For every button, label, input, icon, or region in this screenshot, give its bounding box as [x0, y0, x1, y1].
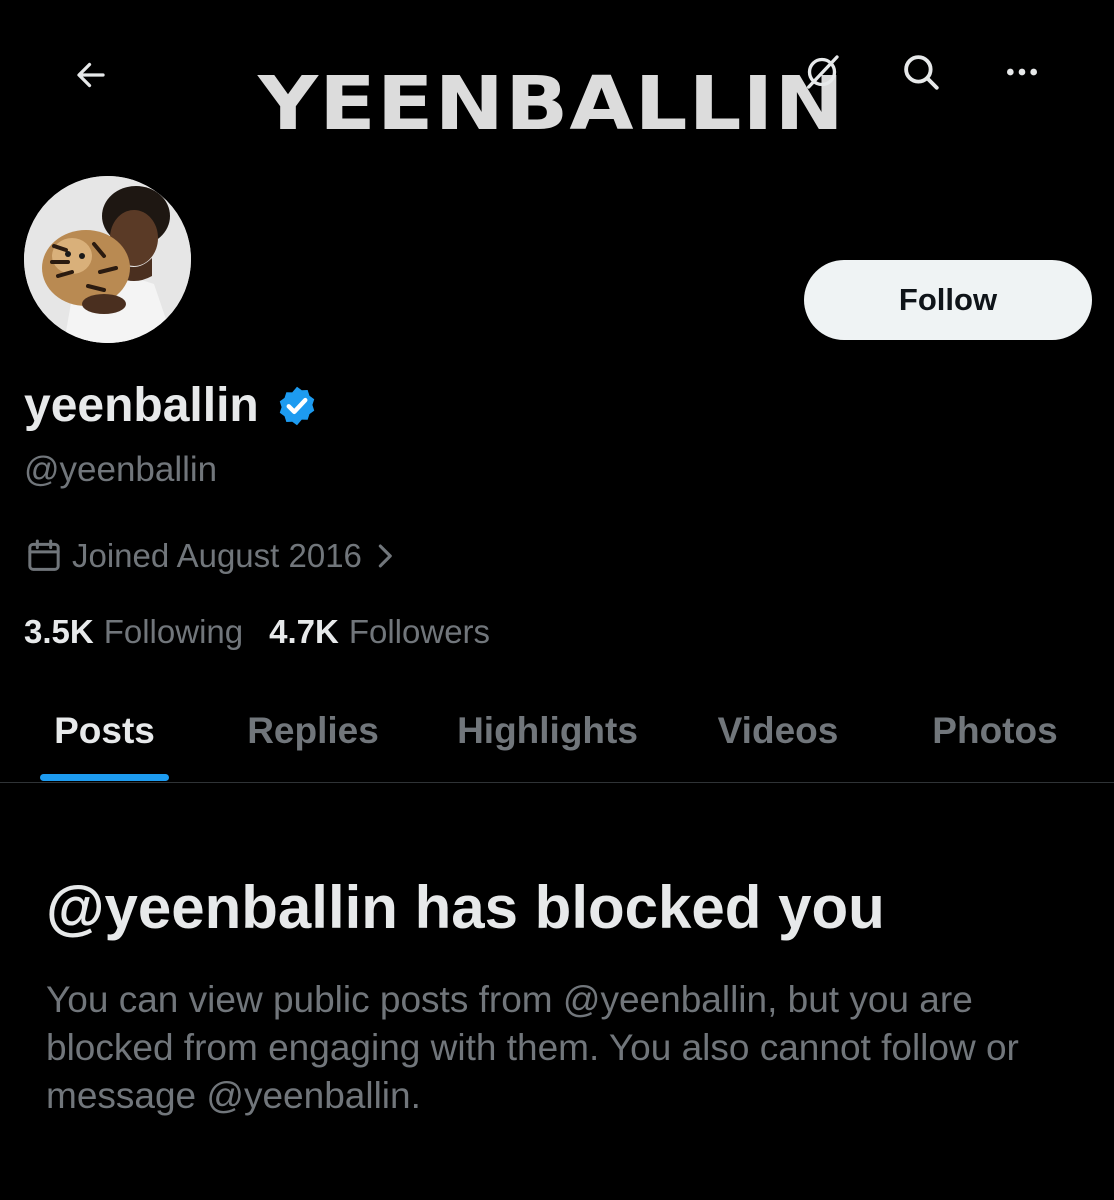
active-tab-indicator: [40, 774, 169, 781]
follow-stats: 3.5K Following 4.7K Followers: [24, 610, 516, 654]
blocked-description: You can view public posts from @yeenball…: [46, 979, 1019, 1116]
follow-button[interactable]: Follow: [804, 260, 1092, 340]
display-name: yeenballin: [24, 379, 259, 432]
search-button[interactable]: [893, 44, 949, 100]
avatar[interactable]: [20, 172, 195, 347]
following-label: Following: [103, 613, 244, 650]
back-button[interactable]: [62, 46, 120, 104]
following-count: 3.5K: [24, 613, 94, 650]
banner-text: YEENBALLIN: [258, 61, 845, 147]
followers-count: 4.7K: [269, 613, 339, 650]
tab-posts[interactable]: Posts: [40, 680, 169, 782]
tab-replies[interactable]: Replies: [230, 680, 396, 782]
avatar-image: [24, 176, 191, 343]
tab-photos[interactable]: Photos: [912, 680, 1078, 782]
followers-stat[interactable]: 4.7K Followers: [269, 610, 490, 654]
more-button[interactable]: [994, 44, 1050, 100]
arrow-left-icon: [77, 62, 105, 88]
followers-label: Followers: [348, 613, 491, 650]
profile-tabs: Posts Replies Highlights Videos Photos: [0, 680, 1114, 783]
profile-header: YEENBALLIN: [0, 0, 1114, 170]
chevron-right-icon: [374, 536, 398, 576]
following-stat[interactable]: 3.5K Following: [24, 610, 243, 654]
more-icon: [1007, 68, 1037, 76]
grok-button[interactable]: [794, 44, 850, 100]
display-name-row: yeenballin: [24, 375, 319, 437]
calendar-icon: [24, 536, 64, 576]
search-icon: [904, 55, 939, 90]
joined-date: Joined August 2016: [72, 537, 362, 574]
tab-highlights[interactable]: Highlights: [440, 680, 655, 782]
blocked-title: @yeenballin has blocked you: [46, 874, 885, 941]
joined-date-row[interactable]: Joined August 2016: [24, 534, 398, 578]
grok-icon: [807, 55, 839, 89]
user-handle: @yeenballin: [24, 450, 218, 489]
tab-videos[interactable]: Videos: [700, 680, 856, 782]
verified-badge-icon[interactable]: [275, 384, 319, 428]
